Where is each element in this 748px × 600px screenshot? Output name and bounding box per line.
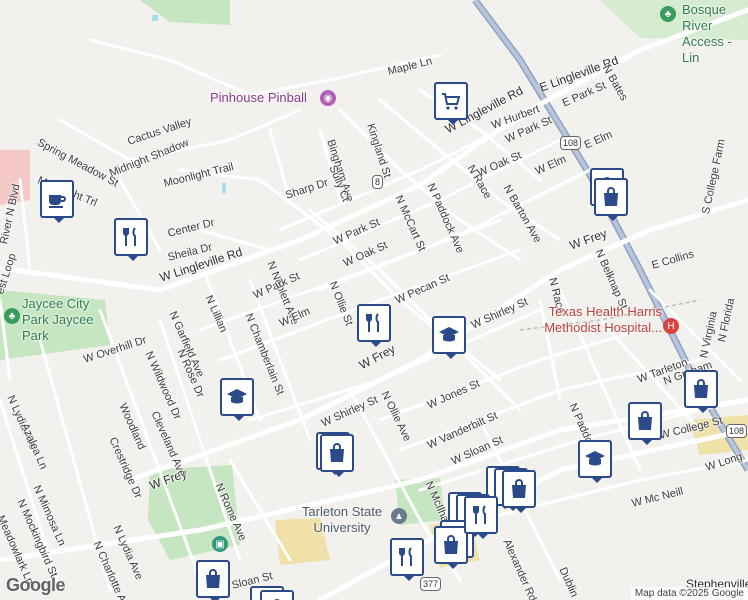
shopping-bag-icon (694, 379, 708, 398)
school-icon (227, 389, 247, 404)
hospital-icon: H (663, 318, 679, 334)
shopping-bag-icon (604, 187, 618, 206)
school-icon (585, 451, 605, 466)
map-marker-restaurant[interactable] (464, 496, 498, 539)
poi-jaycee-park[interactable]: Jaycee City Park Jaycee Park (22, 296, 112, 344)
poi-texas-health-hospital[interactable]: Texas Health Harris Methodist Hospital..… (532, 304, 662, 336)
map-marker-restaurant[interactable] (390, 538, 424, 581)
shopping-bag-icon (512, 479, 526, 498)
map-marker-shopping-bag[interactable] (196, 560, 230, 600)
map-attribution: Map data ©2025 Google (630, 587, 748, 600)
university-icon: ▲ (391, 508, 407, 524)
poi-tarleton-state-university[interactable]: Tarleton State University (296, 504, 388, 536)
map-marker-shopping-bag[interactable] (502, 470, 536, 513)
map-marker-shopping-bag[interactable] (320, 434, 354, 477)
poi-bosque-river-access[interactable]: Bosque River Access - Lin (682, 2, 748, 66)
route-shield: 108 (726, 424, 748, 438)
map-marker-cart[interactable] (434, 82, 468, 125)
shopping-bag-icon (330, 443, 344, 462)
route-shield: 108 (560, 136, 582, 150)
route-shield: 377 (420, 577, 442, 591)
camera-icon: ◉ (320, 90, 336, 106)
shopping-bag-icon (638, 411, 652, 430)
map-marker-shopping-bag[interactable] (594, 178, 628, 221)
shopping-bag-icon (206, 569, 220, 588)
park-icon: ♣ (660, 6, 676, 22)
restaurant-icon (473, 505, 486, 524)
map-canvas[interactable]: Maple Ln E Lingleville Rd W Lingleville … (0, 0, 748, 600)
map-marker-shopping-bag[interactable] (434, 526, 468, 569)
map-marker-restaurant[interactable] (114, 218, 148, 261)
map-marker-restaurant[interactable] (357, 304, 391, 347)
restaurant-icon (123, 227, 136, 246)
school-icon (439, 327, 459, 342)
map-marker-shopping-bag[interactable] (684, 370, 718, 413)
coffee-icon (49, 195, 66, 208)
poi-pinhouse-pinball[interactable]: Pinhouse Pinball (210, 90, 307, 105)
route-shield: 8 (372, 175, 384, 189)
park-icon: ♣ (4, 308, 20, 324)
map-marker-shopping-bag[interactable] (628, 402, 662, 445)
map-marker-school[interactable] (578, 440, 612, 483)
restaurant-icon (399, 547, 412, 566)
map-marker-school[interactable] (432, 316, 466, 359)
map-marker-school[interactable] (220, 378, 254, 421)
cart-icon (442, 93, 461, 110)
shopping-bag-icon (444, 535, 458, 554)
restaurant-icon (366, 313, 379, 332)
bus-icon: ▣ (212, 536, 228, 552)
map-marker-coffee[interactable] (40, 180, 74, 223)
map-marker-shopping-bag[interactable] (260, 590, 294, 600)
google-logo: Google (6, 575, 66, 595)
